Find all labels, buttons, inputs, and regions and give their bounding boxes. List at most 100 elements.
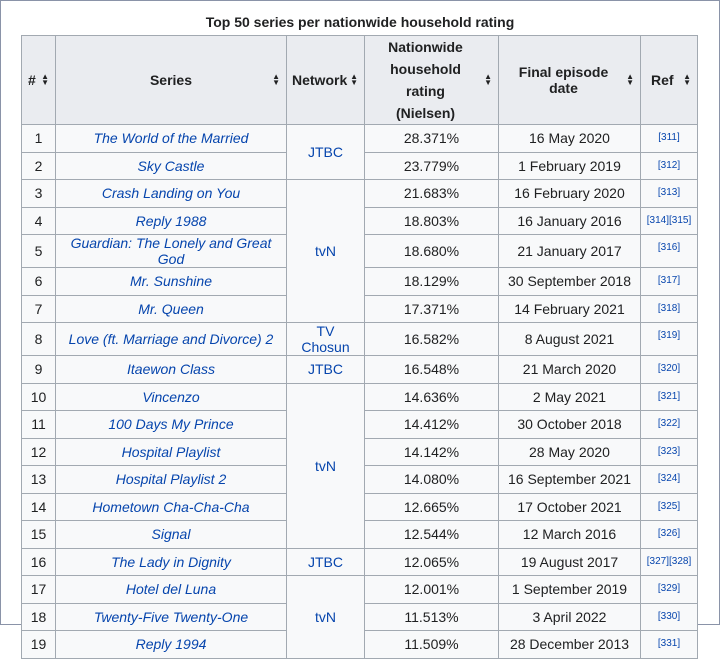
series-link[interactable]: Twenty-Five Twenty-One: [94, 609, 248, 625]
date-cell: 2 May 2021: [498, 382, 641, 411]
date-cell: 16 February 2020: [498, 179, 641, 208]
series-link[interactable]: Sky Castle: [138, 158, 205, 174]
ref-link[interactable]: [313]: [658, 187, 680, 198]
ref-cell: [319]: [640, 322, 698, 356]
ref-link[interactable]: [331]: [658, 638, 680, 649]
rating-cell: 18.129%: [364, 267, 499, 296]
ref-cell: [329]: [640, 575, 698, 604]
series-link[interactable]: Vincenzo: [142, 389, 199, 405]
series-cell: Vincenzo: [55, 382, 287, 411]
sort-icon[interactable]: ▲ ▼: [272, 73, 280, 87]
ref-link[interactable]: [323]: [658, 446, 680, 457]
date-cell: 14 February 2021: [498, 294, 641, 323]
header-final-date[interactable]: Final episode date ▲ ▼: [498, 35, 641, 125]
ref-link[interactable]: [317]: [658, 275, 680, 286]
ref-cell: [314][315]: [640, 206, 698, 235]
date-cell: 8 August 2021: [498, 322, 641, 356]
sort-icon[interactable]: ▲ ▼: [484, 73, 492, 87]
series-link[interactable]: Mr. Sunshine: [130, 273, 212, 289]
ref-cell: [320]: [640, 355, 698, 384]
ref-link[interactable]: [329]: [658, 583, 680, 594]
ref-link[interactable]: [320]: [658, 363, 680, 374]
series-link[interactable]: Crash Landing on You: [102, 185, 240, 201]
series-link[interactable]: Hometown Cha-Cha-Cha: [92, 499, 249, 515]
series-link[interactable]: Reply 1994: [136, 636, 207, 652]
sort-icon[interactable]: ▲ ▼: [626, 73, 634, 87]
network-link[interactable]: tvN: [315, 458, 336, 474]
series-link[interactable]: Guardian: The Lonely and Great God: [71, 235, 272, 267]
table-row: 16 The Lady in Dignity JTBC 12.065% 19 A…: [21, 547, 698, 576]
series-link[interactable]: Hospital Playlist: [122, 444, 221, 460]
series-link[interactable]: Itaewon Class: [127, 361, 215, 377]
table-row: 17 Hotel del Luna tvN 12.001% 1 Septembe…: [21, 575, 698, 659]
ref-link[interactable]: [312]: [658, 160, 680, 171]
rating-cell: 11.513%: [364, 602, 499, 631]
rank-cell: 8: [21, 322, 56, 356]
network-link[interactable]: JTBC: [308, 361, 343, 377]
date-cell: 3 April 2022: [498, 602, 641, 631]
series-link[interactable]: Love (ft. Marriage and Divorce) 2: [69, 331, 274, 347]
series-link[interactable]: 100 Days My Prince: [108, 416, 233, 432]
series-cell: Itaewon Class: [55, 355, 287, 384]
rank-cell: 6: [21, 267, 56, 296]
date-cell: 17 October 2021: [498, 492, 641, 521]
network-cell: JTBC: [286, 355, 365, 384]
series-link[interactable]: Mr. Queen: [138, 301, 204, 317]
sort-icon[interactable]: ▲ ▼: [683, 73, 691, 87]
ref-link[interactable]: [316]: [658, 242, 680, 253]
ref-cell: [317]: [640, 267, 698, 296]
ref-link[interactable]: [326]: [658, 528, 680, 539]
series-cell: The World of the Married: [55, 124, 287, 153]
series-link[interactable]: Signal: [152, 526, 191, 542]
header-rating[interactable]: Nationwide household rating (Nielsen) ▲ ▼: [364, 35, 499, 125]
network-link[interactable]: JTBC: [308, 144, 343, 160]
rank-cell: 4: [21, 206, 56, 235]
ref-link[interactable]: [319]: [658, 330, 680, 341]
series-cell: Hospital Playlist: [55, 437, 287, 466]
ref-link[interactable]: [322]: [658, 418, 680, 429]
header-series[interactable]: Series ▲ ▼: [55, 35, 287, 125]
sort-icon[interactable]: ▲ ▼: [41, 73, 49, 87]
table-row: 10 Vincenzo tvN 14.636% 2 May 2021 [321]: [21, 382, 698, 549]
series-link[interactable]: The World of the Married: [94, 130, 249, 146]
series-cell: 100 Days My Prince: [55, 410, 287, 439]
rank-cell: 12: [21, 437, 56, 466]
series-link[interactable]: Hospital Playlist 2: [116, 471, 227, 487]
rank-cell: 1: [21, 124, 56, 153]
ref-link[interactable]: [311]: [658, 132, 680, 143]
network-cell: tvN: [286, 575, 365, 659]
network-link[interactable]: JTBC: [308, 554, 343, 570]
table-row: 1 The World of the Married JTBC 28.371% …: [21, 124, 698, 180]
ref-cell: [316]: [640, 234, 698, 268]
ref-link[interactable]: [318]: [658, 303, 680, 314]
ref-link[interactable]: [330]: [658, 611, 680, 622]
rank-cell: 3: [21, 179, 56, 208]
rank-cell: 2: [21, 151, 56, 180]
network-cell: tvN: [286, 179, 365, 323]
ratings-table: # ▲ ▼ Series ▲ ▼ Network ▲ ▼ Nationwide hou…: [21, 35, 698, 659]
date-cell: 16 January 2016: [498, 206, 641, 235]
series-link[interactable]: The Lady in Dignity: [111, 554, 231, 570]
network-cell: TV Chosun: [286, 322, 365, 356]
header-ref[interactable]: Ref ▲ ▼: [640, 35, 698, 125]
table-caption: Top 50 series per nationwide household r…: [205, 14, 515, 30]
sort-icon[interactable]: ▲ ▼: [350, 73, 358, 87]
network-link[interactable]: tvN: [315, 243, 336, 259]
network-link[interactable]: TV Chosun: [301, 323, 349, 355]
series-link[interactable]: Hotel del Luna: [126, 581, 216, 597]
ref-link[interactable]: [325]: [658, 501, 680, 512]
ref-link[interactable]: [321]: [658, 391, 680, 402]
rating-cell: 11.509%: [364, 630, 499, 659]
network-link[interactable]: tvN: [315, 609, 336, 625]
series-link[interactable]: Reply 1988: [136, 213, 207, 229]
rating-cell: 12.665%: [364, 492, 499, 521]
header-rank[interactable]: # ▲ ▼: [21, 35, 56, 125]
date-cell: 12 March 2016: [498, 520, 641, 549]
ref-link[interactable]: [327][328]: [647, 556, 691, 567]
header-network[interactable]: Network ▲ ▼: [286, 35, 365, 125]
ref-cell: [327][328]: [640, 547, 698, 576]
rank-cell: 18: [21, 602, 56, 631]
rating-cell: 17.371%: [364, 294, 499, 323]
ref-link[interactable]: [324]: [658, 473, 680, 484]
ref-link[interactable]: [314][315]: [647, 215, 691, 226]
